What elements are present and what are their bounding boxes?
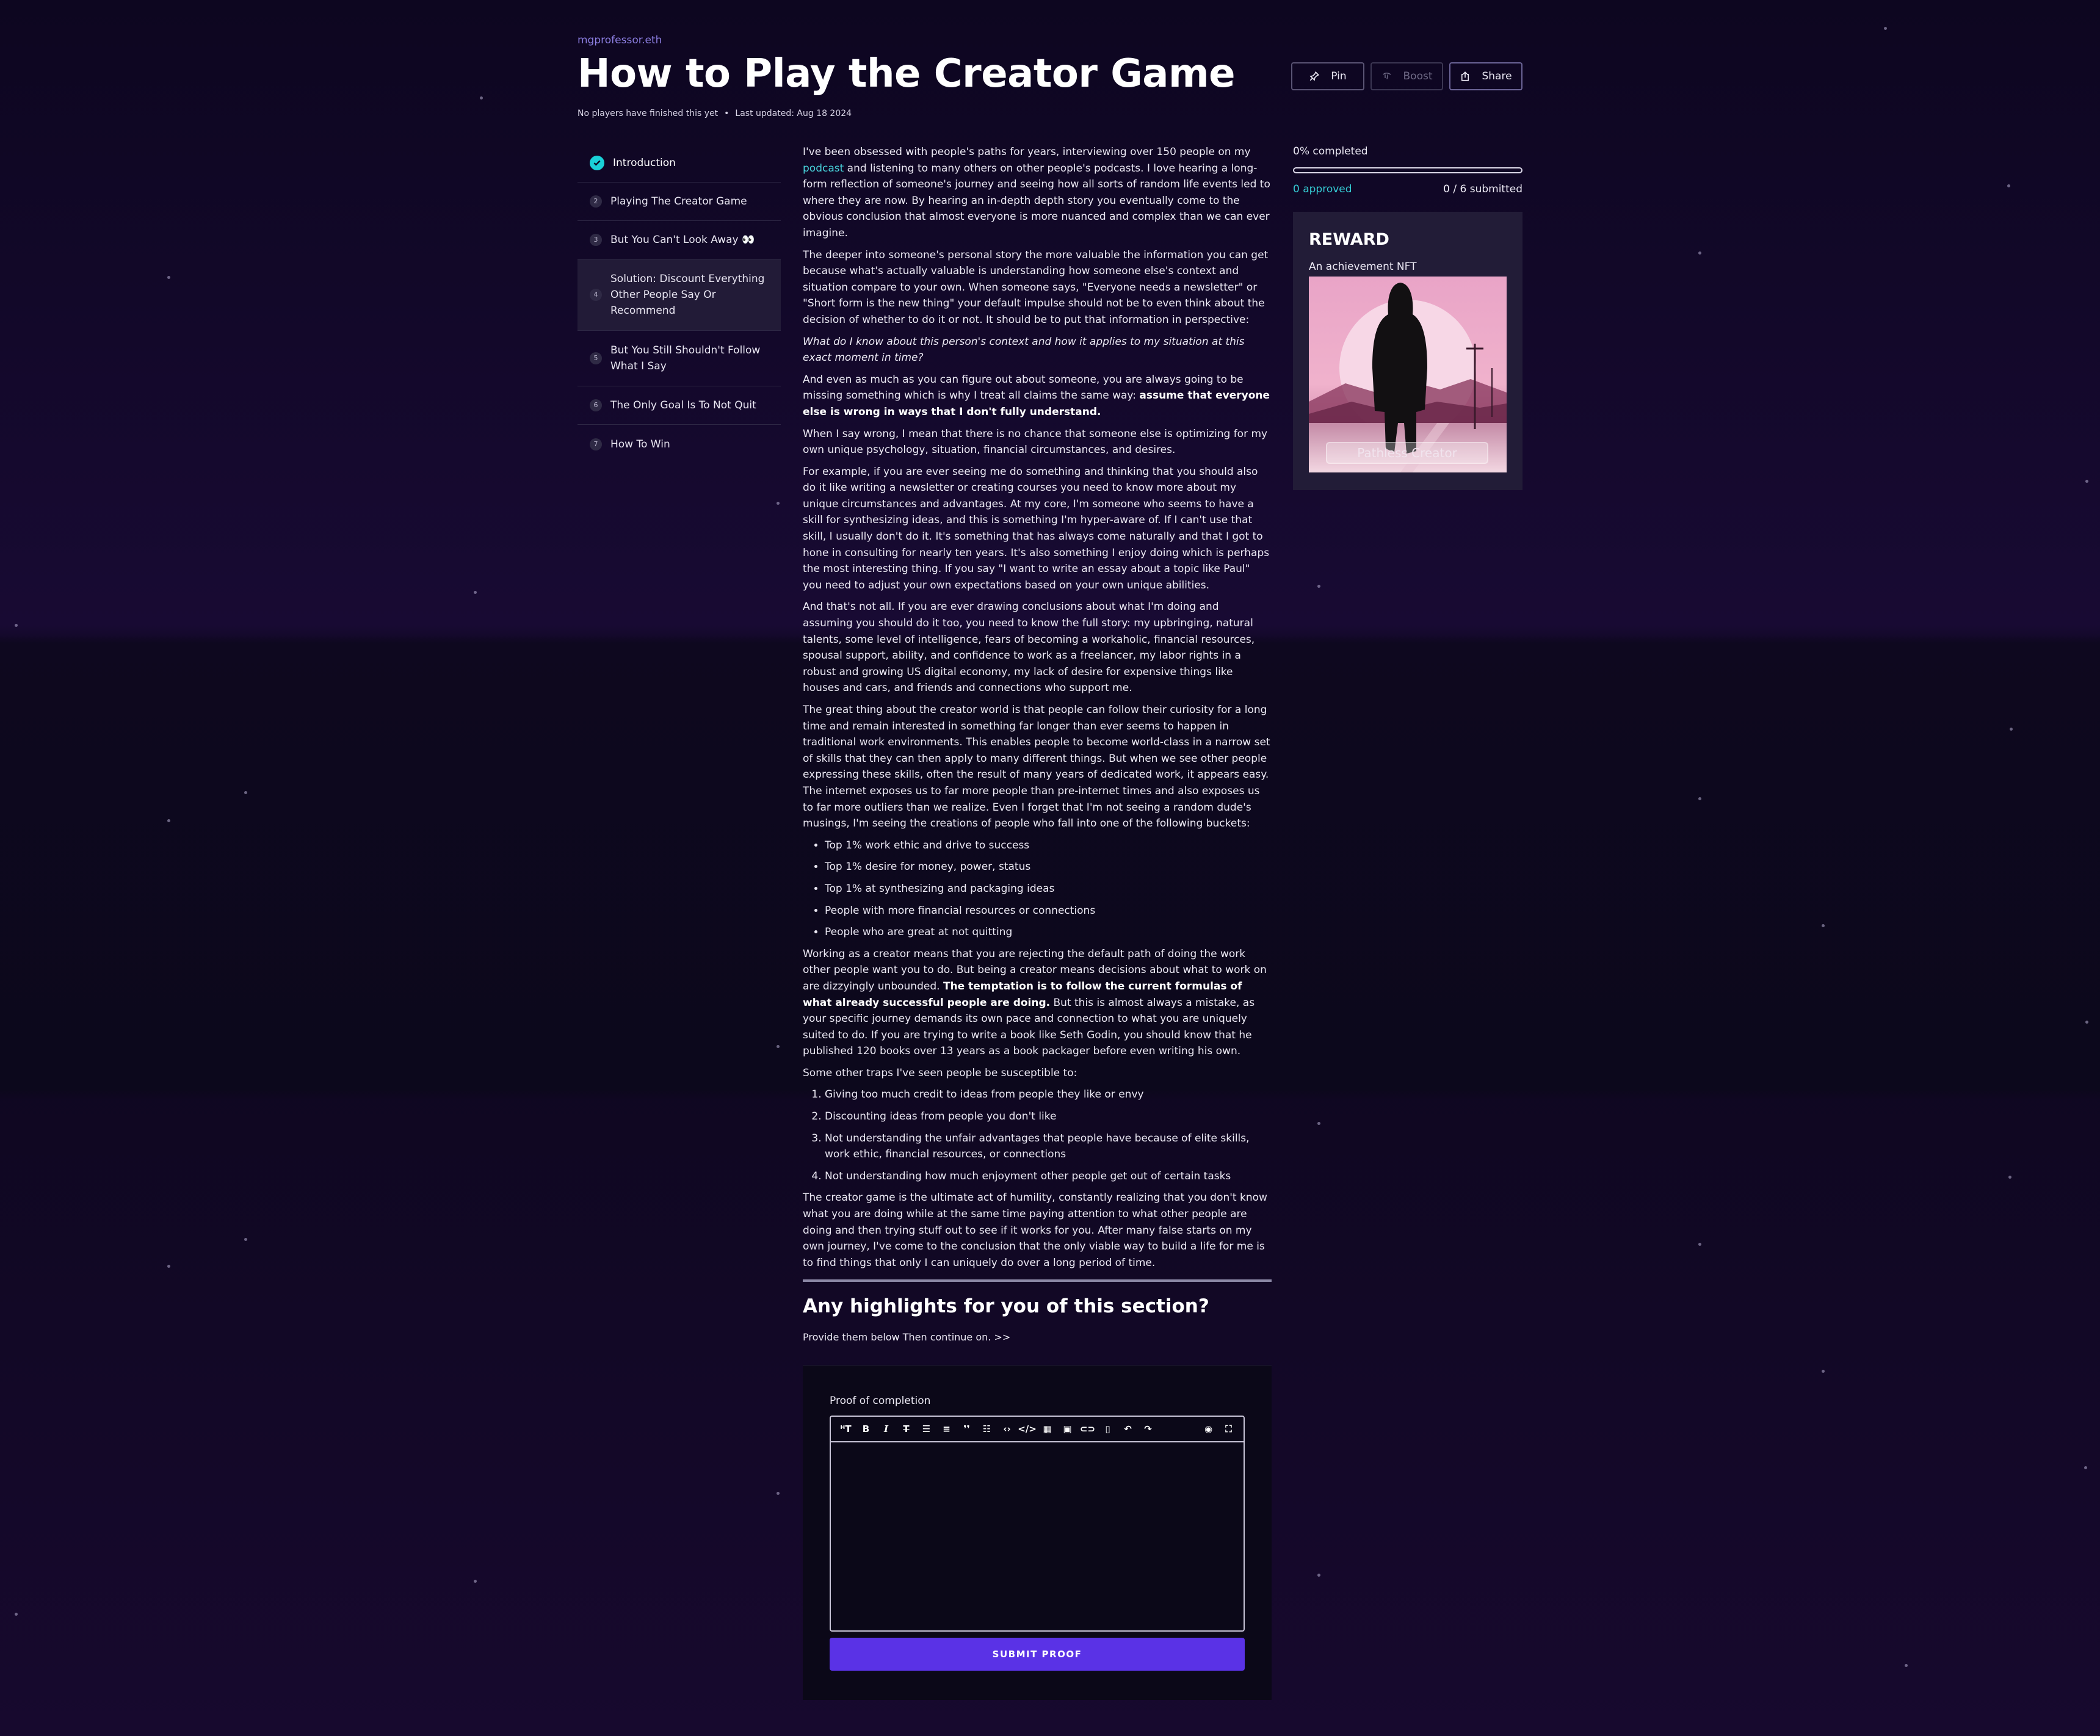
checklist-icon[interactable]: ☷ (977, 1420, 997, 1438)
toc-item-introduction[interactable]: Introduction (578, 144, 781, 183)
list-item: Top 1% at synthesizing and packaging ide… (825, 881, 1272, 897)
boost-label: Boost (1403, 70, 1433, 82)
toc-item-how-to-win[interactable]: 7 How To Win (578, 425, 781, 463)
list-item: Discounting ideas from people you don't … (825, 1109, 1272, 1125)
proof-textarea[interactable] (831, 1442, 1244, 1629)
undo-icon[interactable]: ↶ (1118, 1420, 1138, 1438)
code-icon[interactable]: ‹› (997, 1420, 1017, 1438)
editor-toolbar: ᴴT B I T ☰ ≡ ❜❜ ☷ ‹› </> ▦ ▣ ⊂⊃ ▯ ↶ ↷ ◉ … (831, 1417, 1244, 1442)
boost-button[interactable]: Boost (1370, 62, 1443, 90)
list-item: Top 1% desire for money, power, status (825, 859, 1272, 875)
reward-subtitle: An achievement NFT (1309, 261, 1417, 273)
quote-icon[interactable]: ❜❜ (957, 1420, 977, 1438)
check-circle-icon (590, 156, 604, 170)
step-number: 5 (590, 352, 602, 364)
toc-label: But You Can't Look Away 👀 (610, 234, 755, 246)
step-number: 6 (590, 399, 602, 411)
toc-label: How To Win (610, 438, 670, 450)
progress-bar (1293, 167, 1522, 173)
list-item: People who are great at not quitting (825, 924, 1272, 941)
redo-icon[interactable]: ↷ (1138, 1420, 1158, 1438)
proof-editor: ᴴT B I T ☰ ≡ ❜❜ ☷ ‹› </> ▦ ▣ ⊂⊃ ▯ ↶ ↷ ◉ … (830, 1416, 1245, 1632)
section-content: I've been obsessed with people's paths f… (803, 144, 1272, 1346)
list-item: Top 1% work ethic and drive to success (825, 837, 1272, 854)
reward-title: REWARD (1309, 230, 1389, 249)
players-status: No players have finished this yet (578, 109, 719, 118)
step-number: 2 (590, 195, 602, 208)
toc-item-only-goal-not-quit[interactable]: 6 The Only Goal Is To Not Quit (578, 386, 781, 425)
nft-name-label: Pathless Creator (1326, 442, 1488, 464)
italic-icon[interactable]: I (876, 1420, 896, 1438)
traps-list: Giving too much credit to ideas from peo… (803, 1087, 1272, 1184)
list-item: Giving too much credit to ideas from peo… (825, 1087, 1272, 1103)
page-title: How to Play the Creator Game (578, 51, 1236, 96)
paragraph: And that's not all. If you are ever draw… (803, 601, 1255, 695)
toc-item-dont-follow-what-i-say[interactable]: 5 But You Still Shouldn't Follow What I … (578, 331, 781, 386)
share-button[interactable]: Share (1449, 62, 1522, 90)
toc-label: Introduction (613, 157, 676, 169)
reward-card: REWARD An achievement NFT Pathless Creat… (1293, 212, 1522, 490)
author-link[interactable]: mgprofessor.eth (578, 34, 662, 46)
action-buttons: Pin Boost Share (1291, 62, 1522, 90)
paragraph: For example, if you are ever seeing me d… (803, 465, 1270, 591)
pin-icon (1309, 71, 1320, 82)
fullscreen-icon[interactable]: ⛶ (1218, 1420, 1239, 1438)
list-item: People with more financial resources or … (825, 903, 1272, 919)
highlights-instructions: Provide them below Then continue on. >> (803, 1331, 1011, 1344)
highlights-heading: Any highlights for you of this section? (803, 1295, 1209, 1318)
meta-separator: • (724, 109, 730, 118)
pin-label: Pin (1331, 70, 1347, 82)
toc-label: Playing The Creator Game (610, 195, 747, 208)
section-divider (803, 1279, 1272, 1282)
proof-label: Proof of completion (830, 1395, 931, 1407)
buckets-list: Top 1% work ethic and drive to success T… (803, 837, 1272, 941)
bullet-list-icon[interactable]: ☰ (916, 1420, 936, 1438)
toc-label: Solution: Discount Everything Other Peop… (610, 273, 765, 317)
section-nav: Introduction 2 Playing The Creator Game … (578, 144, 781, 463)
code-block-icon[interactable]: </> (1017, 1420, 1037, 1438)
list-item: Not understanding the unfair advantages … (825, 1130, 1272, 1163)
paragraph: When I say wrong, I mean that there is n… (803, 427, 1268, 457)
step-number: 7 (590, 438, 602, 450)
paragraph: And even as much as you can figure out a… (803, 373, 1270, 418)
share-label: Share (1482, 70, 1512, 82)
table-icon[interactable]: ▦ (1037, 1420, 1057, 1438)
submit-proof-button[interactable]: SUBMIT PROOF (830, 1638, 1245, 1671)
toc-label: But You Still Shouldn't Follow What I Sa… (610, 344, 761, 372)
toc-item-discount-everything[interactable]: 4 Solution: Discount Everything Other Pe… (578, 259, 781, 331)
progress-label: 0% completed (1293, 145, 1368, 157)
last-updated: Last updated: Aug 18 2024 (735, 109, 852, 118)
paragraph: Working as a creator means that you are … (803, 947, 1267, 1058)
step-number: 4 (590, 289, 602, 301)
strikethrough-icon[interactable]: T (896, 1420, 916, 1438)
paragraph: The great thing about the creator world … (803, 704, 1270, 830)
preview-icon[interactable]: ◉ (1198, 1420, 1218, 1438)
proof-card: Proof of completion ᴴT B I T ☰ ≡ ❜❜ ☷ ‹›… (803, 1365, 1272, 1700)
approved-count: 0 approved (1293, 183, 1352, 195)
toc-item-cant-look-away[interactable]: 3 But You Can't Look Away 👀 (578, 221, 781, 259)
image-icon[interactable]: ▣ (1057, 1420, 1077, 1438)
link-icon[interactable]: ⊂⊃ (1077, 1420, 1098, 1438)
heading-icon[interactable]: ᴴT (836, 1420, 856, 1438)
paragraph: I've been obsessed with people's paths f… (803, 146, 1270, 239)
bold-icon[interactable]: B (856, 1420, 876, 1438)
quest-meta: No players have finished this yet • Last u… (578, 109, 852, 118)
step-number: 3 (590, 234, 602, 246)
paragraph: Some other traps I've seen people be sus… (803, 1066, 1077, 1079)
numbered-list-icon[interactable]: ≡ (936, 1420, 957, 1438)
nft-image: Pathless Creator (1309, 277, 1507, 472)
paragraph: The deeper into someone's personal story… (803, 248, 1269, 326)
list-item: Not understanding how much enjoyment oth… (825, 1168, 1272, 1185)
boost-icon (1381, 71, 1392, 82)
toc-item-playing-the-creator-game[interactable]: 2 Playing The Creator Game (578, 183, 781, 221)
paragraph: The creator game is the ultimate act of … (803, 1192, 1267, 1269)
toc-label: The Only Goal Is To Not Quit (610, 399, 756, 411)
italic-question: What do I know about this person's conte… (803, 335, 1245, 364)
share-icon (1460, 71, 1471, 82)
quest-page: mgprofessor.eth How to Play the Creator … (578, 0, 1522, 1736)
submitted-count: 0 / 6 submitted (1443, 183, 1522, 195)
clear-icon[interactable]: ▯ (1098, 1420, 1118, 1438)
pin-button[interactable]: Pin (1291, 62, 1364, 90)
podcast-link[interactable]: podcast (803, 162, 844, 175)
